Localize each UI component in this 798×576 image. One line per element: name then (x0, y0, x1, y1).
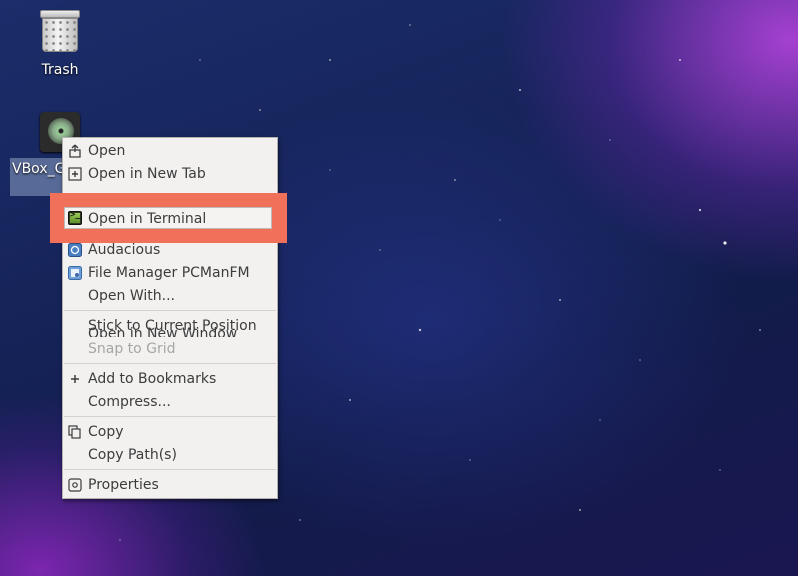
open-icon (69, 144, 81, 158)
menu-item-label: Properties (88, 477, 159, 493)
menu-item-label: Snap to Grid (88, 341, 176, 357)
file-manager-icon (68, 266, 82, 280)
menu-item-label: Open in New Tab (88, 166, 206, 182)
menu-item-label: Add to Bookmarks (88, 371, 217, 387)
menu-item-open-with[interactable]: Open With... (63, 285, 277, 308)
menu-item-label: Copy Path(s) (88, 447, 177, 463)
menu-item-label: Copy (88, 424, 124, 440)
menu-item-open-in-terminal-label: Open in Terminal (88, 211, 207, 227)
menu-item-label: File Manager PCManFM (88, 265, 250, 281)
menu-item-snap-to-grid: Snap to Grid (63, 338, 277, 361)
plus-icon (71, 375, 79, 383)
properties-icon (68, 478, 82, 492)
menu-item-label: Stick to Current Position (88, 318, 257, 334)
desktop-icon-label: VBox_GAs (10, 158, 70, 196)
menu-item-stick-to-current-position[interactable]: Stick to Current Position (63, 315, 277, 338)
menu-item-add-to-bookmarks[interactable]: Add to Bookmarks (63, 368, 277, 391)
menu-item-open-in-new-tab[interactable]: Open in New Tab (63, 163, 277, 186)
menu-separator (64, 469, 276, 470)
menu-item-label: Compress... (88, 394, 171, 410)
menu-item-label: Open With... (88, 288, 175, 304)
menu-item-copy-paths[interactable]: Copy Path(s) (63, 444, 277, 467)
menu-item-copy[interactable]: Copy (63, 421, 277, 444)
new-tab-plus-icon (68, 167, 82, 181)
menu-separator (64, 310, 276, 311)
copy-icon (68, 425, 81, 439)
terminal-icon (68, 210, 82, 225)
context-menu: Open Open in New Tab Open in New Window … (62, 137, 278, 499)
desktop-icon-trash[interactable]: Trash (30, 10, 90, 78)
menu-item-label: Open (88, 143, 126, 159)
menu-item-compress[interactable]: Compress... (63, 391, 277, 414)
audacious-icon (68, 243, 82, 257)
trash-icon (40, 10, 80, 54)
desktop-icon-label: Trash (41, 62, 79, 78)
menu-separator (64, 416, 276, 417)
menu-item-file-manager-pcmanfm[interactable]: File Manager PCManFM (63, 262, 277, 285)
menu-separator (64, 363, 276, 364)
menu-item-open[interactable]: Open (63, 140, 277, 163)
menu-item-properties[interactable]: Properties (63, 474, 277, 497)
